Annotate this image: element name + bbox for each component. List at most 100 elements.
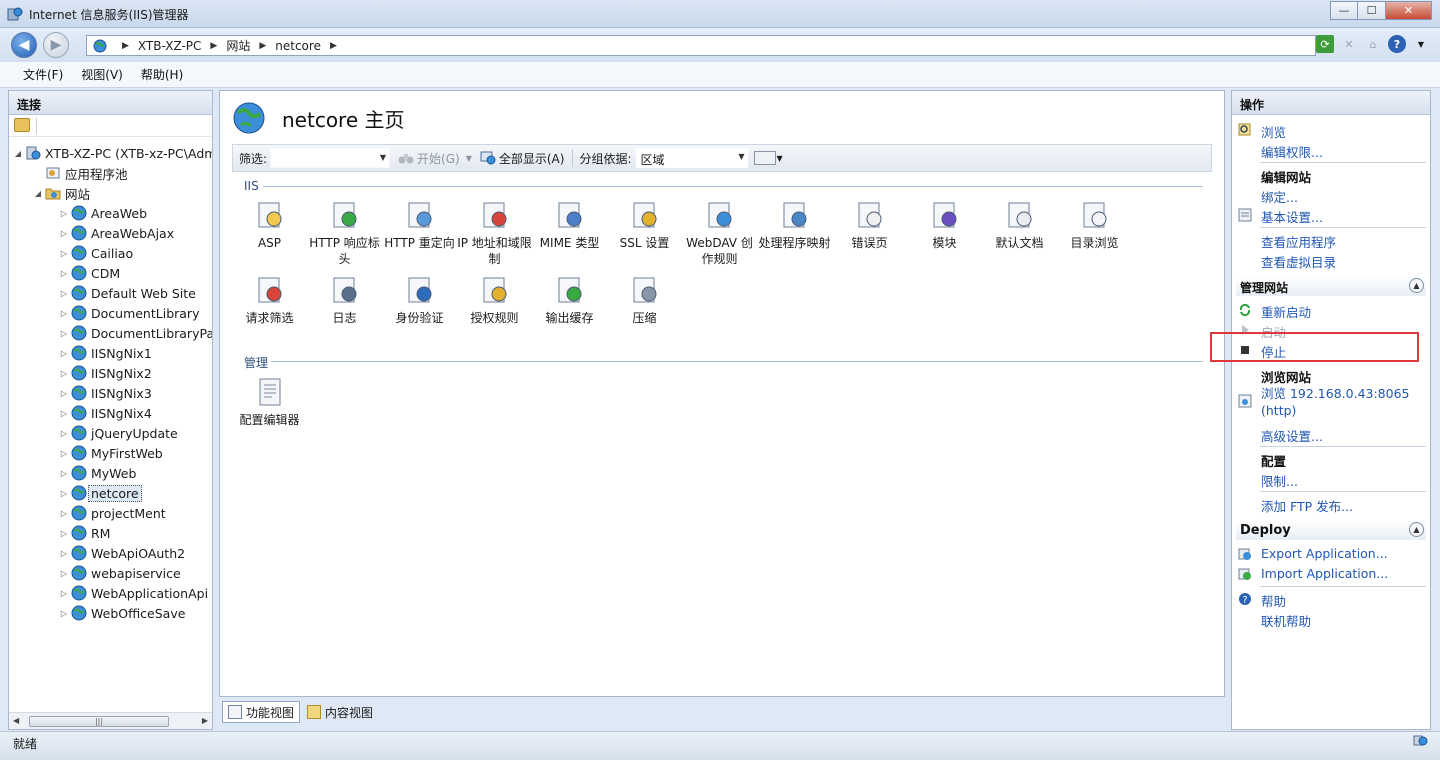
address-bar[interactable]: ▶ XTB-XZ-PC ▶ 网站 ▶ netcore ▶ [86, 35, 1316, 56]
tree-site-item[interactable]: ▷ MyWeb [59, 463, 136, 483]
action-restart[interactable]: 重新启动 [1261, 302, 1311, 321]
action-import-application[interactable]: Import Application... [1261, 566, 1388, 581]
feature-config-editor[interactable]: 配置编辑器 [232, 376, 307, 428]
expand-arrow-icon[interactable]: ▷ [59, 509, 69, 518]
tree-site-item[interactable]: ▷ IISNgNix3 [59, 383, 152, 403]
expand-arrow-icon[interactable]: ▷ [59, 469, 69, 478]
group-deploy[interactable]: Deploy ▲ [1236, 520, 1426, 540]
tree-site-item[interactable]: ▷ WebOfficeSave [59, 603, 185, 623]
expand-arrow-icon[interactable]: ▷ [59, 209, 69, 218]
feature-mime-types[interactable]: MIME 类型 [532, 199, 607, 251]
action-basic-settings[interactable]: 基本设置... [1261, 207, 1323, 226]
tree-site-item[interactable]: ▷ CDM [59, 263, 120, 283]
feature-logging[interactable]: 日志 [307, 274, 382, 326]
expand-arrow-icon[interactable]: ▷ [59, 369, 69, 378]
menu-file[interactable]: 文件(F) [14, 66, 72, 83]
feature-webdav-rules[interactable]: WebDAV 创作规则 [682, 199, 757, 267]
group-manage-site[interactable]: 管理网站 ▲ [1236, 276, 1426, 296]
view-mode-dropdown-icon[interactable]: ▼ [777, 154, 783, 163]
tree-site-item[interactable]: ▷ jQueryUpdate [59, 423, 178, 443]
feature-handler-mappings[interactable]: 处理程序映射 [757, 199, 832, 251]
maximize-button[interactable]: ☐ [1358, 1, 1386, 20]
feature-modules[interactable]: 模块 [907, 199, 982, 251]
breadcrumb-sites[interactable]: 网站 [226, 37, 250, 54]
tree-site-item[interactable]: ▷ DocumentLibraryPag [59, 323, 212, 343]
expand-arrow-icon[interactable]: ▷ [59, 329, 69, 338]
expand-arrow-icon[interactable]: ▷ [59, 409, 69, 418]
expand-arrow-icon[interactable]: ▷ [59, 389, 69, 398]
tree-sites-folder[interactable]: ◢ 网站 [33, 183, 90, 203]
scroll-left-icon[interactable]: ◀ [13, 716, 19, 725]
tree-site-item[interactable]: ▷ netcore [59, 483, 142, 503]
feature-authorization-rules[interactable]: 授权规则 [457, 274, 532, 326]
dropdown-arrow-icon[interactable]: ▼ [1412, 35, 1430, 53]
action-edit-permissions[interactable]: 编辑权限... [1261, 142, 1323, 161]
tree-site-item[interactable]: ▷ WebApiOAuth2 [59, 543, 185, 563]
close-button[interactable]: ✕ [1386, 1, 1432, 20]
action-advanced-settings[interactable]: 高级设置... [1261, 426, 1323, 445]
minimize-button[interactable]: — [1330, 1, 1358, 20]
tree-site-item[interactable]: ▷ IISNgNix1 [59, 343, 152, 363]
feature-http-redirect[interactable]: HTTP 重定向 [382, 199, 457, 251]
feature-output-caching[interactable]: 输出缓存 [532, 274, 607, 326]
expand-arrow-icon[interactable]: ▷ [59, 449, 69, 458]
tree-site-item[interactable]: ▷ AreaWeb [59, 203, 147, 223]
tree-site-item[interactable]: ▷ AreaWebAjax [59, 223, 174, 243]
action-browse-url[interactable]: 浏览 192.168.0.43:8065 (http) [1261, 385, 1421, 419]
feature-request-filtering[interactable]: 请求筛选 [232, 274, 307, 326]
group-by-select[interactable]: 区域 ▼ [635, 148, 748, 168]
tree-site-item[interactable]: ▷ Cailiao [59, 243, 133, 263]
chevron-right-icon[interactable]: ▶ [259, 41, 266, 51]
action-help[interactable]: 帮助 [1261, 591, 1286, 610]
action-add-ftp[interactable]: 添加 FTP 发布... [1261, 496, 1353, 515]
feature-compression[interactable]: 压缩 [607, 274, 682, 326]
expand-arrow-icon[interactable]: ▷ [59, 489, 69, 498]
action-view-applications[interactable]: 查看应用程序 [1261, 232, 1336, 251]
chevron-right-icon[interactable]: ▶ [210, 41, 217, 51]
collapse-arrow-icon[interactable]: ◢ [33, 189, 43, 198]
collapse-up-icon[interactable]: ▲ [1409, 278, 1424, 293]
feature-ip-domain-restrictions[interactable]: IP 地址和域限制 [457, 199, 532, 267]
filter-input[interactable]: ▼ [270, 148, 391, 168]
tree-site-item[interactable]: ▷ webapiservice [59, 563, 181, 583]
tab-content-view[interactable]: 内容视图 [302, 701, 378, 723]
expand-arrow-icon[interactable]: ▷ [59, 349, 69, 358]
tree-site-item[interactable]: ▷ RM [59, 523, 110, 543]
expand-arrow-icon[interactable]: ▷ [59, 269, 69, 278]
scrollbar-thumb[interactable]: ||| [29, 716, 169, 727]
feature-asp[interactable]: ASP [232, 199, 307, 251]
tree-site-item[interactable]: ▷ MyFirstWeb [59, 443, 163, 463]
tree-site-item[interactable]: ▷ projectMent [59, 503, 166, 523]
expand-arrow-icon[interactable]: ▷ [59, 229, 69, 238]
tree-site-item[interactable]: ▷ IISNgNix2 [59, 363, 152, 383]
start-dropdown-icon[interactable]: ▼ [466, 154, 472, 163]
help-icon[interactable]: ? [1388, 35, 1406, 53]
expand-arrow-icon[interactable]: ▷ [59, 609, 69, 618]
expand-arrow-icon[interactable]: ▷ [59, 569, 69, 578]
feature-default-document[interactable]: 默认文档 [982, 199, 1057, 251]
expand-arrow-icon[interactable]: ▷ [59, 549, 69, 558]
collapse-up-icon[interactable]: ▲ [1409, 522, 1424, 537]
expand-arrow-icon[interactable]: ▷ [59, 289, 69, 298]
forward-button[interactable]: ▶ [43, 32, 69, 58]
action-bindings[interactable]: 绑定... [1261, 187, 1298, 206]
feature-directory-browsing[interactable]: 目录浏览 [1057, 199, 1132, 251]
feature-error-pages[interactable]: 错误页 [832, 199, 907, 251]
dropdown-arrow-icon[interactable]: ▼ [380, 153, 386, 162]
view-mode-icon[interactable] [753, 151, 776, 165]
expand-arrow-icon[interactable]: ▷ [59, 309, 69, 318]
tab-features-view[interactable]: 功能视图 [222, 701, 301, 723]
connect-icon[interactable] [14, 118, 30, 132]
tree-site-item[interactable]: ▷ WebApplicationApi [59, 583, 208, 603]
action-view-virtual-dirs[interactable]: 查看虚拟目录 [1261, 252, 1336, 271]
action-export-application[interactable]: Export Application... [1261, 546, 1388, 561]
feature-authentication[interactable]: 身份验证 [382, 274, 457, 326]
action-browse[interactable]: 浏览 [1261, 122, 1286, 141]
menu-view[interactable]: 视图(V) [72, 66, 132, 83]
feature-http-response-headers[interactable]: HTTP 响应标头 [307, 199, 382, 267]
menu-help[interactable]: 帮助(H) [132, 66, 192, 83]
start-button[interactable]: 开始(G) [398, 150, 460, 167]
breadcrumb-server[interactable]: XTB-XZ-PC [138, 39, 201, 53]
action-limits[interactable]: 限制... [1261, 471, 1298, 490]
dropdown-arrow-icon[interactable]: ▼ [738, 152, 744, 161]
